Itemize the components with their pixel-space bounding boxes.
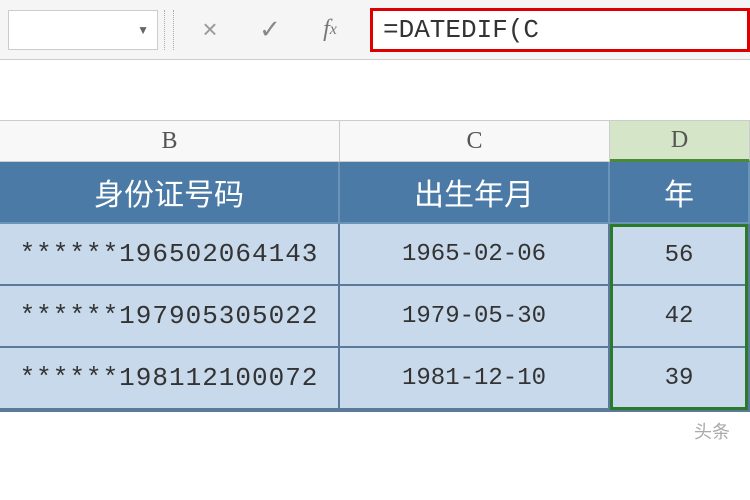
header-age[interactable]: 年 bbox=[610, 162, 750, 224]
table-row: ******197905305022 1979-05-30 42 bbox=[0, 286, 750, 348]
column-headers: B C D bbox=[0, 120, 750, 162]
cell-id[interactable]: ******196502064143 bbox=[0, 224, 340, 286]
cell-birth[interactable]: 1981-12-10 bbox=[340, 348, 610, 410]
spreadsheet-grid: 身份证号码 出生年月 年 ******196502064143 1965-02-… bbox=[0, 162, 750, 410]
cell-birth[interactable]: 1965-02-06 bbox=[340, 224, 610, 286]
name-box[interactable]: ▼ bbox=[8, 10, 158, 50]
table-header-row: 身份证号码 出生年月 年 bbox=[0, 162, 750, 224]
col-header-c[interactable]: C bbox=[340, 120, 610, 162]
chevron-down-icon[interactable]: ▼ bbox=[137, 23, 149, 37]
header-id[interactable]: 身份证号码 bbox=[0, 162, 340, 224]
table-row: ******196502064143 1965-02-06 56 bbox=[0, 224, 750, 286]
cell-birth[interactable]: 1979-05-30 bbox=[340, 286, 610, 348]
cell-age[interactable]: 42 bbox=[610, 286, 750, 348]
cell-id[interactable]: ******197905305022 bbox=[0, 286, 340, 348]
cell-age[interactable]: 39 bbox=[610, 348, 750, 410]
watermark-text: 头条 bbox=[694, 418, 730, 444]
ribbon-gap bbox=[0, 60, 750, 120]
formula-bar: ▼ × ✓ fx =DATEDIF(C bbox=[0, 0, 750, 60]
separator bbox=[164, 10, 174, 50]
col-header-b[interactable]: B bbox=[0, 120, 340, 162]
cancel-icon[interactable]: × bbox=[180, 10, 240, 50]
fx-icon[interactable]: fx bbox=[300, 10, 360, 50]
watermark-area: 头条 bbox=[0, 410, 750, 450]
col-header-d[interactable]: D bbox=[610, 120, 750, 162]
cell-id[interactable]: ******198112100072 bbox=[0, 348, 340, 410]
formula-text: =DATEDIF(C bbox=[383, 15, 539, 45]
check-icon[interactable]: ✓ bbox=[240, 10, 300, 50]
formula-input[interactable]: =DATEDIF(C bbox=[370, 8, 750, 52]
cell-age[interactable]: 56 bbox=[610, 224, 750, 286]
header-birth[interactable]: 出生年月 bbox=[340, 162, 610, 224]
table-row: ******198112100072 1981-12-10 39 bbox=[0, 348, 750, 410]
